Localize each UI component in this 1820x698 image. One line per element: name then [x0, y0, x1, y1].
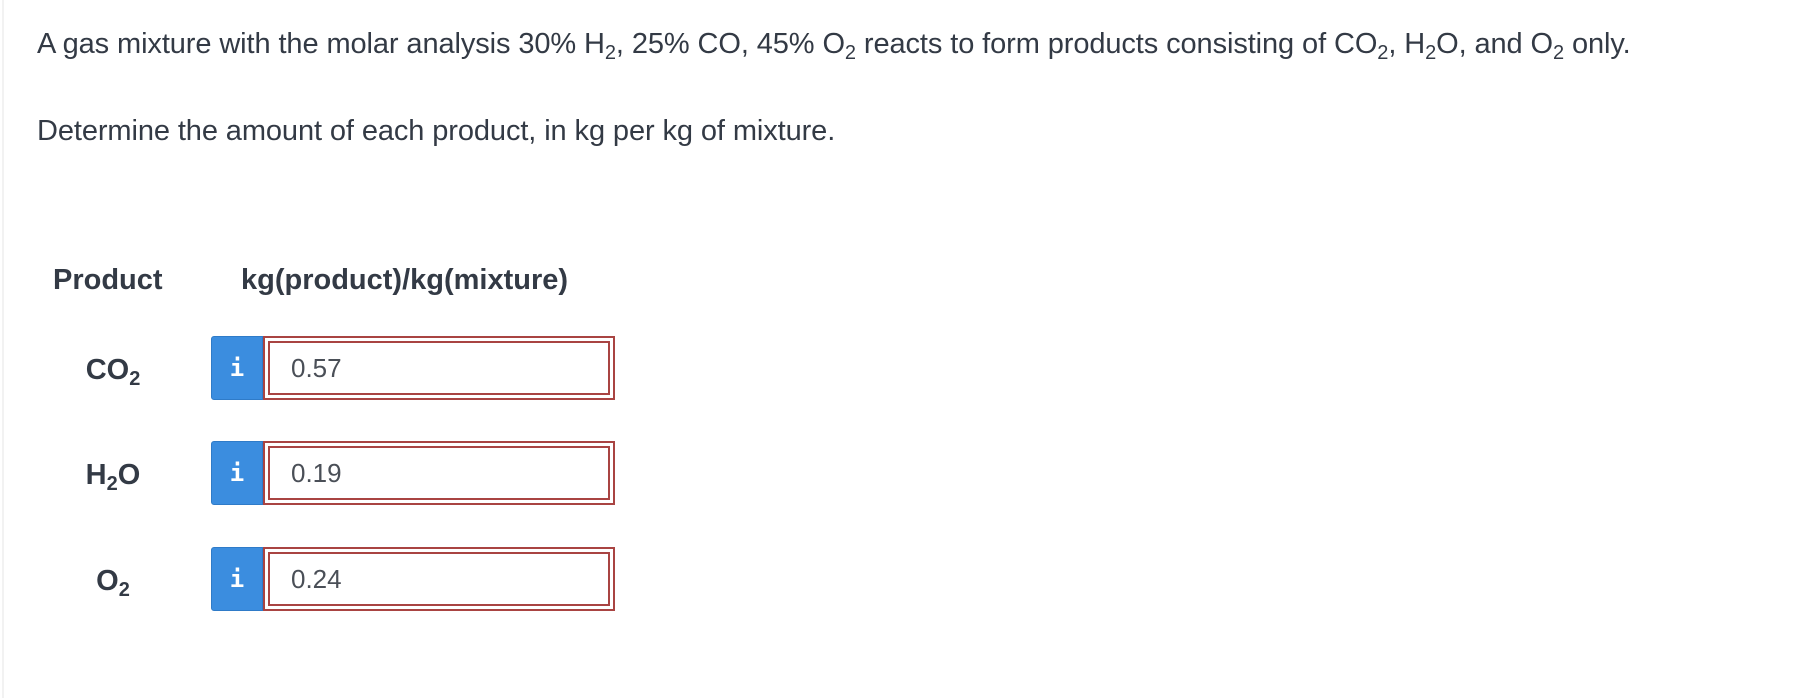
subscript: 2: [1552, 42, 1565, 64]
info-icon: i: [229, 354, 245, 382]
info-icon: i: [229, 565, 245, 593]
formula-subscript: 2: [106, 473, 118, 495]
question-text: O, and O: [1436, 28, 1553, 60]
question-text: A gas mixture with the molar analysis 30…: [37, 28, 605, 60]
formula-tail: O: [117, 459, 141, 491]
question-text: only.: [1564, 28, 1631, 60]
formula-subscript: 2: [129, 368, 141, 390]
info-button-h2o[interactable]: i: [211, 441, 263, 505]
info-icon: i: [229, 459, 245, 487]
question-text: reacts to form products consisting of CO: [855, 28, 1378, 60]
answer-field-co2[interactable]: 0.57: [263, 336, 615, 400]
subscript: 2: [1377, 42, 1389, 64]
answer-field-o2[interactable]: 0.24: [263, 547, 615, 611]
subscript: 2: [1425, 42, 1437, 64]
answer-field-h2o[interactable]: 0.19: [263, 441, 615, 505]
info-button-o2[interactable]: i: [211, 547, 263, 611]
question-statement: A gas mixture with the molar analysis 30…: [37, 26, 1631, 64]
formula-main: H: [85, 459, 107, 491]
formula-main: CO: [85, 354, 130, 386]
formula-main: O: [96, 565, 119, 597]
question-instruction: Determine the amount of each product, in…: [37, 115, 836, 147]
question-text: , 25% CO, 45% O: [615, 28, 845, 60]
product-label-co2: CO2: [44, 352, 182, 390]
product-label-o2: O2: [44, 563, 182, 601]
unit-column-header: kg(product)/kg(mixture): [241, 264, 569, 296]
subscript: 2: [604, 42, 616, 64]
subscript: 2: [844, 42, 856, 64]
question-page: A gas mixture with the molar analysis 30…: [2, 0, 1820, 698]
answer-value-h2o[interactable]: 0.19: [268, 446, 610, 500]
product-label-h2o: H2O: [44, 457, 182, 495]
answer-value-o2[interactable]: 0.24: [268, 552, 610, 606]
answer-value-co2[interactable]: 0.57: [268, 341, 610, 395]
info-button-co2[interactable]: i: [211, 336, 263, 400]
formula-subscript: 2: [118, 579, 130, 601]
question-text: , H: [1388, 28, 1426, 60]
product-column-header: Product: [53, 264, 163, 296]
